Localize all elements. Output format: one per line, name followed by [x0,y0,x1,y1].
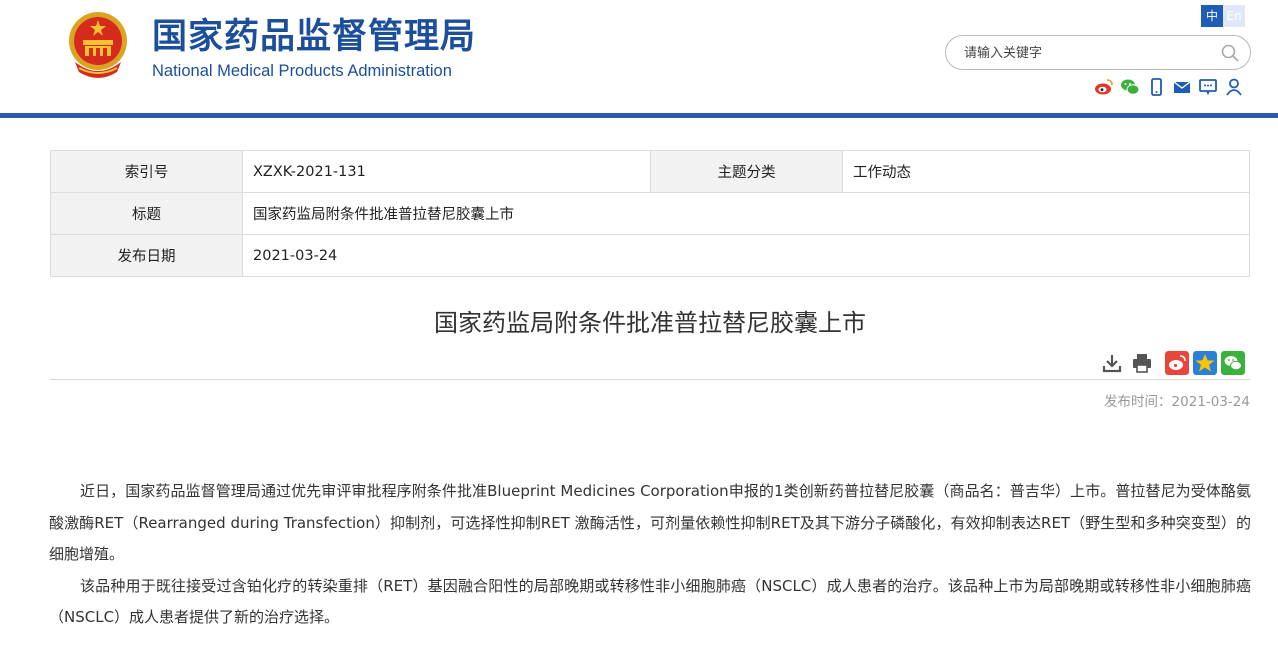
qzone-share-icon[interactable] [1193,351,1217,375]
article-title: 国家药监局附条件批准普拉替尼胶囊上市 [434,309,866,337]
index-value: XZXK-2021-131 [242,150,651,193]
article-body: 近日，国家药品监督管理局通过优先审评审批程序附条件批准Blueprint Med… [49,476,1251,634]
date-label: 发布日期 [50,234,243,277]
wechat-icon[interactable] [1120,77,1140,97]
date-value: 2021-03-24 [242,234,1250,277]
mobile-icon[interactable] [1146,77,1166,97]
table-row: 索引号 XZXK-2021-131 主题分类 工作动态 [50,150,1250,193]
table-row: 标题 国家药监局附条件批准普拉替尼胶囊上市 [50,192,1250,235]
category-label: 主题分类 [650,150,843,193]
search-input[interactable] [964,43,1214,63]
index-label: 索引号 [50,150,243,193]
language-switch: 中 En [1201,5,1245,27]
search-icon[interactable] [1220,43,1240,63]
article-tools [1101,351,1245,375]
title-label: 标题 [50,192,243,235]
category-value: 工作动态 [842,150,1250,193]
document-info-table: 索引号 XZXK-2021-131 主题分类 工作动态 标题 国家药监局附条件批… [50,150,1250,277]
top-social-links [1094,77,1244,97]
header-divider-bar [0,113,1278,118]
lang-chinese-button[interactable]: 中 [1201,5,1223,27]
lang-english-button[interactable]: En [1223,5,1245,27]
mail-icon[interactable] [1172,77,1192,97]
table-row: 发布日期 2021-03-24 [50,234,1250,277]
article-paragraph: 近日，国家药品监督管理局通过优先审评审批程序附条件批准Blueprint Med… [49,482,1251,563]
download-icon[interactable] [1101,352,1123,374]
national-emblem-logo[interactable] [65,10,131,80]
search-box [945,35,1251,70]
weibo-icon[interactable] [1094,77,1114,97]
print-icon[interactable] [1131,352,1153,374]
title-divider [50,379,1250,380]
site-title-en[interactable]: National Medical Products Administration [152,62,452,81]
message-icon[interactable] [1198,77,1218,97]
site-title-cn[interactable]: 国家药品监督管理局 [152,14,476,60]
wechat-share-icon[interactable] [1221,351,1245,375]
publish-time: 发布时间：2021-03-24 [1104,394,1250,410]
user-icon[interactable] [1224,77,1244,97]
weibo-share-icon[interactable] [1165,351,1189,375]
article-paragraph: 该品种用于既往接受过含铂化疗的转染重排（RET）基因融合阳性的局部晚期或转移性非… [49,576,1251,627]
title-value: 国家药监局附条件批准普拉替尼胶囊上市 [242,192,1250,235]
site-header: 国家药品监督管理局 National Medical Products Admi… [0,0,1278,114]
